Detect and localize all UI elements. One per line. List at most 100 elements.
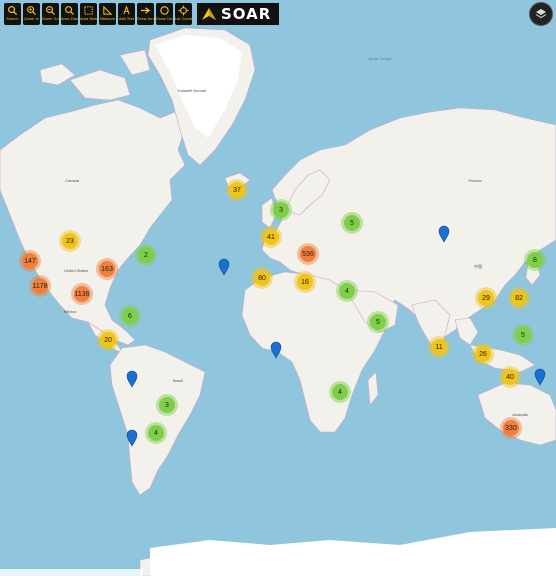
layers-icon <box>535 9 547 19</box>
tool-label: Area Measure <box>80 17 97 21</box>
brand-name: SOAR <box>221 5 272 23</box>
cluster-count: 3 <box>279 207 283 214</box>
cluster-marker[interactable]: 4 <box>329 381 351 403</box>
cluster-marker[interactable]: 23 <box>59 230 81 252</box>
draw-circle-button[interactable]: Draw Circle <box>156 3 173 25</box>
tool-label: Add Text <box>118 17 135 21</box>
cluster-marker[interactable]: 11 <box>428 336 450 358</box>
search-tool-button[interactable]: Search <box>4 3 21 25</box>
area-measure-button[interactable]: Area Measure <box>80 3 97 25</box>
cluster-count: 41 <box>267 234 275 241</box>
canada-label: Canada <box>65 178 80 183</box>
cluster-count: 11 <box>435 344 442 351</box>
area-zoom-button[interactable]: Area Zoom <box>61 3 78 25</box>
cluster-count: 40 <box>506 374 514 381</box>
tool-label: Zoom In <box>24 17 39 21</box>
cluster-marker[interactable]: 147 <box>19 250 41 272</box>
add-text-button[interactable]: Add Text <box>118 3 135 25</box>
zoom-out-icon <box>46 6 56 16</box>
lat-coord-button[interactable]: Lat Coord <box>175 3 192 25</box>
zoom-in-icon <box>27 6 37 16</box>
cluster-marker[interactable]: 1136 <box>71 283 93 305</box>
usa-label: United States <box>64 268 88 273</box>
search-icon <box>8 6 18 16</box>
layers-button[interactable] <box>529 2 553 26</box>
tool-label: Draw Arrow <box>137 17 154 21</box>
greenland-label: Kalaallit Nunaat <box>178 88 207 93</box>
cluster-marker[interactable]: 16 <box>294 271 316 293</box>
cluster-marker[interactable]: 40 <box>499 366 521 388</box>
cluster-count: 37 <box>233 187 241 194</box>
area-zoom-icon <box>65 6 75 16</box>
cluster-marker[interactable]: 6 <box>119 305 141 327</box>
cluster-count: 5 <box>376 319 380 326</box>
add-text-icon <box>123 5 130 15</box>
cluster-marker[interactable]: 8 <box>524 249 546 271</box>
tool-label: Lat Coord <box>175 17 192 21</box>
measure-button[interactable]: Measure <box>99 3 116 25</box>
mexico-label: México <box>64 309 77 314</box>
brazil-label: Brasil <box>173 378 183 383</box>
zoom-in-button[interactable]: Zoom In <box>23 3 40 25</box>
cluster-count: 4 <box>338 389 342 396</box>
circle-icon <box>160 6 169 15</box>
cluster-marker[interactable]: 80 <box>251 267 273 289</box>
cluster-marker[interactable]: 2 <box>135 244 157 266</box>
cluster-count: 23 <box>66 238 74 245</box>
cluster-count: 26 <box>479 351 487 358</box>
cluster-count: 20 <box>104 337 112 344</box>
cluster-count: 163 <box>101 266 113 273</box>
cluster-marker[interactable]: 163 <box>96 258 118 280</box>
cluster-count: 1136 <box>74 291 89 298</box>
cluster-marker[interactable]: 5 <box>341 212 363 234</box>
cluster-count: 6 <box>128 313 132 320</box>
map-toolbar: Search Zoom In Zoom Out Area Zoom Area M… <box>4 3 192 25</box>
cluster-count: 147 <box>24 258 36 265</box>
draw-arrow-button[interactable]: Draw Arrow <box>137 3 154 25</box>
arctic-ocean-label: Arctic Ocean <box>368 56 393 61</box>
cluster-marker[interactable]: 1178 <box>29 275 51 297</box>
cluster-count: 5 <box>350 220 354 227</box>
cluster-marker[interactable]: 5 <box>367 311 389 333</box>
tool-label: Search <box>6 17 19 21</box>
cluster-marker[interactable]: 3 <box>270 199 292 221</box>
cluster-count: 3 <box>165 402 169 409</box>
arrow-icon <box>140 7 151 14</box>
cluster-marker[interactable]: 4 <box>145 422 167 444</box>
russia-label: Россия <box>468 178 481 183</box>
cluster-count: 82 <box>515 295 523 302</box>
zoom-out-button[interactable]: Zoom Out <box>42 3 59 25</box>
world-map[interactable]: Kalaallit Nunaat Canada United States Mé… <box>0 0 556 576</box>
cluster-marker[interactable]: 37 <box>226 179 248 201</box>
cluster-count: 16 <box>301 279 309 286</box>
cluster-count: 536 <box>302 251 314 258</box>
cluster-marker[interactable]: 330 <box>500 417 522 439</box>
scale-bar <box>0 569 143 576</box>
soar-logo[interactable]: SOAR <box>197 3 279 25</box>
cluster-marker[interactable]: 3 <box>156 394 178 416</box>
cluster-count: 1178 <box>32 283 47 290</box>
china-label: 中国 <box>474 263 482 269</box>
australia-label: Australia <box>512 412 528 417</box>
cluster-marker[interactable]: 20 <box>97 329 119 351</box>
cluster-count: 4 <box>345 288 349 295</box>
soar-logo-icon <box>202 8 216 20</box>
cluster-marker[interactable]: 26 <box>472 343 494 365</box>
cluster-marker[interactable]: 41 <box>260 226 282 248</box>
cluster-count: 330 <box>505 425 517 432</box>
tool-label: Measure <box>99 17 116 21</box>
cluster-marker[interactable]: 5 <box>512 324 534 346</box>
cluster-marker[interactable]: 4 <box>336 280 358 302</box>
tool-label: Area Zoom <box>61 17 78 21</box>
tool-label: Draw Circle <box>156 17 173 21</box>
cluster-count: 2 <box>144 252 148 259</box>
cluster-marker[interactable]: 29 <box>475 287 497 309</box>
crosshair-icon <box>178 5 189 16</box>
cluster-count: 29 <box>482 295 490 302</box>
tool-label: Zoom Out <box>42 17 59 21</box>
cluster-marker[interactable]: 82 <box>508 287 530 309</box>
cluster-marker[interactable]: 536 <box>297 243 319 265</box>
area-measure-icon <box>84 6 93 15</box>
cluster-count: 4 <box>154 430 158 437</box>
measure-icon <box>103 5 113 15</box>
